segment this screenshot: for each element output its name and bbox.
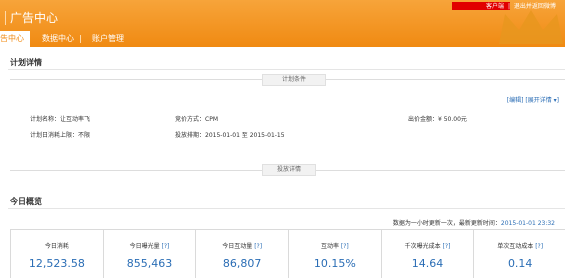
plan-section-title: 计划详情 [10,58,42,67]
schedule-value: 2015-01-01 至 2015-01-15 [205,132,285,139]
bid-value: ¥ 50.00元 [438,116,467,123]
daily-cap-value: 不限 [78,132,91,139]
pricing-value: CPM [205,116,218,123]
stat-value: 855,463 [126,257,173,270]
top-link-separator: | [507,3,510,10]
main-nav: 告中心 数据中心 账户管理 [0,31,565,47]
daily-cap-field: 计划日消耗上限：不限 [30,130,90,139]
stat-label: 今日曝光量 [?] [104,241,196,250]
update-timestamp: 2015-01-01 23:32 [500,220,555,227]
update-note: 数据为一小时更新一次，最新更新时间：2015-01-01 23:32 [393,218,555,227]
stats-panel: 今日消耗 12,523.58 今日曝光量 [?] 855,463 今日互动量 [… [10,229,565,278]
stat-cell: 今日互动量 [?] 86,807 [196,230,290,278]
stat-label-text: 今日互动量 [222,243,253,250]
stat-value: 14.64 [411,257,444,270]
stat-label: 单次互动成本 [?] [474,241,565,250]
stat-label-text: 今日曝光量 [129,243,160,250]
stat-label-text: 千次曝光成本 [404,243,441,250]
stat-cell: 今日曝光量 [?] 855,463 [104,230,197,278]
stat-value: 0.14 [507,257,533,270]
bid-label: 出价金额： [408,116,439,123]
help-icon[interactable]: [?] [443,243,451,250]
update-note-text: 数据为一小时更新一次，最新更新时间： [392,220,501,227]
help-icon[interactable]: [?] [162,243,170,250]
plan-name-label: 计划名称： [30,116,61,123]
top-links: 客户端 | 退出并返回微博 [486,1,558,10]
bid-field: 出价金额：¥ 50.00元 [408,114,467,123]
today-title-divider [8,208,565,209]
plan-title-divider [8,69,565,70]
plan-name-field: 计划名称：让互动率飞 [30,114,90,123]
logout-link[interactable]: 退出并返回微博 [514,3,556,10]
stat-label: 千次曝光成本 [?] [382,241,474,250]
brand-title: 广告中心 [10,11,59,25]
stat-value: 12,523.58 [28,257,85,270]
plan-name-value: 让互动率飞 [60,116,91,123]
stat-value: 86,807 [222,257,262,270]
stat-cell: 今日消耗 12,523.58 [11,230,104,278]
stat-value: 10.15% [313,257,356,270]
plan-actions: [编辑] [展开详情 ▾] [507,95,559,104]
tab-ad-center[interactable]: 告中心 [0,31,30,47]
nav-divider [80,35,81,43]
brand-divider [5,11,6,25]
pricing-label: 竞价方式： [175,116,206,123]
stat-cell: 互动率 [?] 10.15% [289,230,382,278]
tab-account-management[interactable]: 账户管理 [92,31,124,47]
stat-label: 今日消耗 [11,241,103,250]
expand-details-link[interactable]: [展开详情 ▾] [525,97,559,104]
help-icon[interactable]: [?] [535,243,543,250]
help-icon[interactable]: [?] [341,243,349,250]
stat-cell: 千次曝光成本 [?] 14.64 [382,230,475,278]
stat-label-text: 互动率 [320,243,339,250]
stat-label-text: 今日消耗 [44,243,69,250]
help-icon[interactable]: [?] [254,243,262,250]
schedule-label: 投放排期： [175,132,206,139]
schedule-field: 投放排期：2015-01-01 至 2015-01-15 [175,130,285,139]
edit-link[interactable]: [编辑] [507,97,524,104]
plan-conditions-tab[interactable]: 计划条件 [262,74,326,86]
today-section-title: 今日概览 [10,197,42,206]
stat-label: 今日互动量 [?] [196,241,288,250]
daily-cap-label: 计划日消耗上限： [30,132,79,139]
pricing-field: 竞价方式：CPM [175,114,218,123]
delivery-details-tab[interactable]: 投放详情 [262,164,316,176]
stat-label: 互动率 [?] [289,241,381,250]
stat-label-text: 单次互动成本 [497,243,534,250]
top-header: 广告中心 客户端 | 退出并返回微博 告中心 数据中心 账户管理 [0,0,565,47]
stat-cell: 单次互动成本 [?] 0.14 [474,230,565,278]
tab-data-center[interactable]: 数据中心 [42,31,74,47]
client-link[interactable]: 客户端 [486,3,504,10]
